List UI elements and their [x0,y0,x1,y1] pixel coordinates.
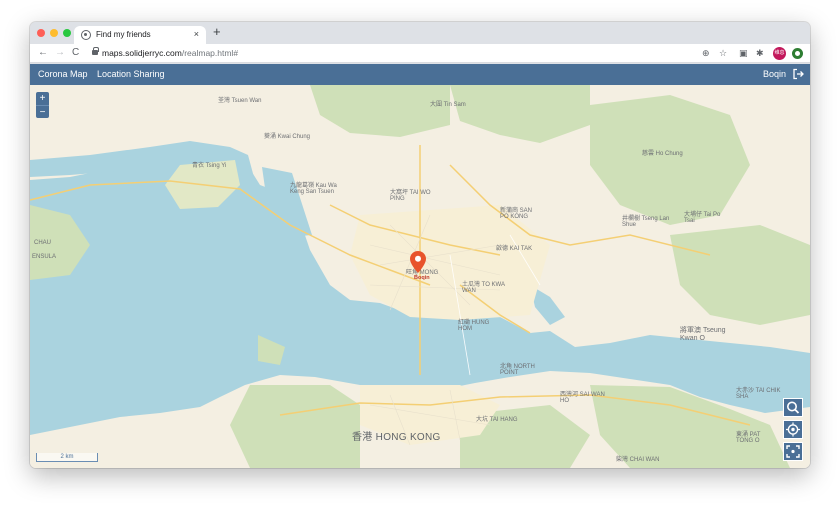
back-button[interactable]: ← [38,46,48,60]
locate-me-button[interactable] [783,420,803,439]
scale-label: 2 km [60,454,74,460]
lock-icon [92,47,99,55]
url-text: maps.solidjerryc.com/realmap.html# [102,47,238,59]
nav-corona-map[interactable]: Corona Map [38,69,88,79]
browser-toolbar: ← → C maps.solidjerryc.com/realmap.html#… [30,44,810,63]
url-host: maps.solidjerryc.com [102,48,182,58]
map-label-north-point: 北角 NORTH POINT [500,364,535,376]
zoom-in-button[interactable]: + [36,92,49,105]
tab-title: Find my friends [96,30,151,39]
marker-label: Boqin [414,275,430,281]
globe-icon [81,30,91,40]
zoom-control: + − [36,92,49,118]
map-label-kwai-chung: 葵涌 Kwai Chung [264,134,311,140]
map-scale-bar: 2 km [36,453,98,462]
fit-bounds-button[interactable] [783,442,803,461]
map-search-button[interactable] [783,398,803,417]
new-tab-button[interactable]: + [213,25,221,39]
map-label-tseung-kwan-o: 將軍澳 Tseung Kwan O [680,327,726,342]
map-label-tai-po-tsai: 大埔仔 Tai Po Tsai [684,212,721,224]
map-label-sai-wan-ho: 西灣河 SAI WAN HO [560,392,605,404]
maximize-window-button[interactable] [63,29,71,37]
map-label-tsuen-wan: 荃灣 Tsuen Wan [218,98,262,104]
map-label-to-kwa-wan: 土瓜灣 TO KWA WAN [462,282,505,294]
close-window-button[interactable] [37,29,45,37]
bookmark-star-icon[interactable]: ☆ [719,46,727,60]
puzzle-icon[interactable]: ✱ [756,46,764,60]
map-label-pat-tong-o: 東涌 PAT TONG O [736,432,761,444]
map-label-kau-wa-keng: 九龍葛嶺 Kau Wa Keng San Tsuen [290,183,337,195]
reload-button[interactable]: C [72,46,79,60]
search-icon [787,401,800,414]
browser-tab[interactable]: Find my friends × [74,26,206,44]
map-label-tsing-yi: 青衣 Tsing Yi [192,163,227,169]
map-label-tseng-lan-shue: 井欄樹 Tseng Lan Shue [622,216,670,228]
map-label-ensula: ENSULA [32,254,57,260]
tab-close-icon[interactable]: × [194,29,199,39]
user-name[interactable]: Boqin [763,69,786,79]
map-label-san-po-kong: 新蒲崗 SAN PO KONG [500,208,533,220]
map-label-tai-hang: 大坑 TAI HANG [476,417,518,423]
zoom-out-button[interactable]: − [36,105,49,118]
map-label-tin-sam: 大圍 Tin Sam [430,102,466,108]
forward-button[interactable]: → [55,46,65,60]
logout-icon[interactable] [792,68,804,80]
crosshair-icon [786,422,800,437]
app-navbar: Corona Map Location Sharing Boqin [30,64,810,85]
location-icon[interactable]: ⊕ [702,46,710,60]
map-label-hong-kong: 香港 HONG KONG [352,432,441,443]
profile-avatar[interactable]: 维息 [773,47,786,60]
location-marker-icon[interactable] [410,251,426,273]
map-label-tai-wo-ping: 大窩坪 TAI WO PING [390,190,431,202]
address-bar[interactable]: maps.solidjerryc.com/realmap.html# [88,46,648,61]
url-path: /realmap.html# [181,48,239,58]
nav-location-sharing[interactable]: Location Sharing [97,69,165,79]
map-label-hung-hom: 紅磡 HUNG HOM [458,320,490,332]
extension-green-icon[interactable] [792,48,803,59]
expand-icon [786,445,800,458]
map-label-chai-wan: 柴灣 CHAI WAN [616,457,660,463]
minimize-window-button[interactable] [50,29,58,37]
map-label-chau: CHAU [34,240,52,246]
map-label-kai-tak: 啟德 KAI TAK [496,246,533,252]
map-view[interactable]: 荃灣 Tsuen Wan 大圍 Tin Sam 葵涌 Kwai Chung 青衣… [30,85,810,468]
map-label-ho-chung: 慈雲 Ho Chung [642,151,683,157]
tab-strip: Find my friends × + [30,22,810,44]
extension-icon[interactable]: ▣ [739,46,748,60]
map-label-tai-chik-sha: 大赤沙 TAI CHIK SHA [736,388,781,400]
browser-window: Find my friends × + ← → C maps.solidjerr… [30,22,810,468]
